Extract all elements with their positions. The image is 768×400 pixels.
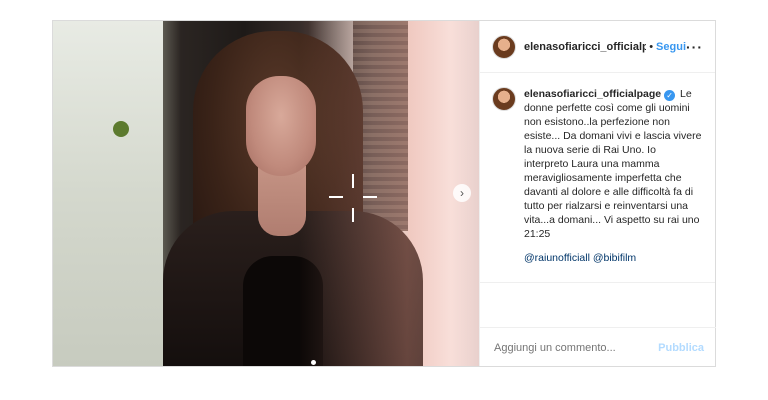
focus-reticle-icon [329, 174, 377, 222]
post-header: elenasofiaricci_officialpa • Segui ··· [480, 21, 715, 73]
carousel-dot-active [311, 360, 316, 365]
post-card: › elenasofiaricci_officialpa • Segui ···… [52, 20, 716, 367]
comment-input[interactable] [492, 340, 656, 355]
next-photo-button[interactable]: › [453, 184, 471, 202]
photo-plant-leaf [113, 121, 129, 137]
carousel-dots [311, 352, 321, 365]
caption-avatar[interactable] [492, 87, 516, 111]
caption-mentions[interactable]: @raiunofficiall @bibifilm [524, 251, 703, 265]
photo-light-flare [299, 21, 479, 366]
caption-row: elenasofiaricci_officialpage ✓ Le donne … [492, 87, 703, 265]
avatar[interactable] [492, 34, 516, 59]
header-separator: • [649, 40, 654, 53]
caption-username[interactable]: elenasofiaricci_officialpage [524, 88, 661, 100]
post-photo[interactable]: › [53, 21, 479, 366]
header-username[interactable]: elenasofiaricci_officialpa [524, 41, 646, 53]
caption-text: Le donne perfette così come gli uomini n… [524, 88, 702, 240]
follow-button[interactable]: Segui [656, 41, 686, 53]
photo-wall [53, 21, 163, 366]
caption-text-block: elenasofiaricci_officialpage ✓ Le donne … [524, 87, 703, 265]
more-horizontal-icon[interactable]: ··· [686, 39, 703, 55]
verified-badge-icon: ✓ [664, 90, 676, 101]
add-comment-bar: Pubblica [480, 327, 716, 367]
post-side-panel: elenasofiaricci_officialpa • Segui ··· e… [479, 21, 716, 367]
comments-section[interactable]: elenasofiaricci_officialpage ✓ Le donne … [480, 73, 715, 283]
publish-button[interactable]: Pubblica [658, 342, 704, 354]
